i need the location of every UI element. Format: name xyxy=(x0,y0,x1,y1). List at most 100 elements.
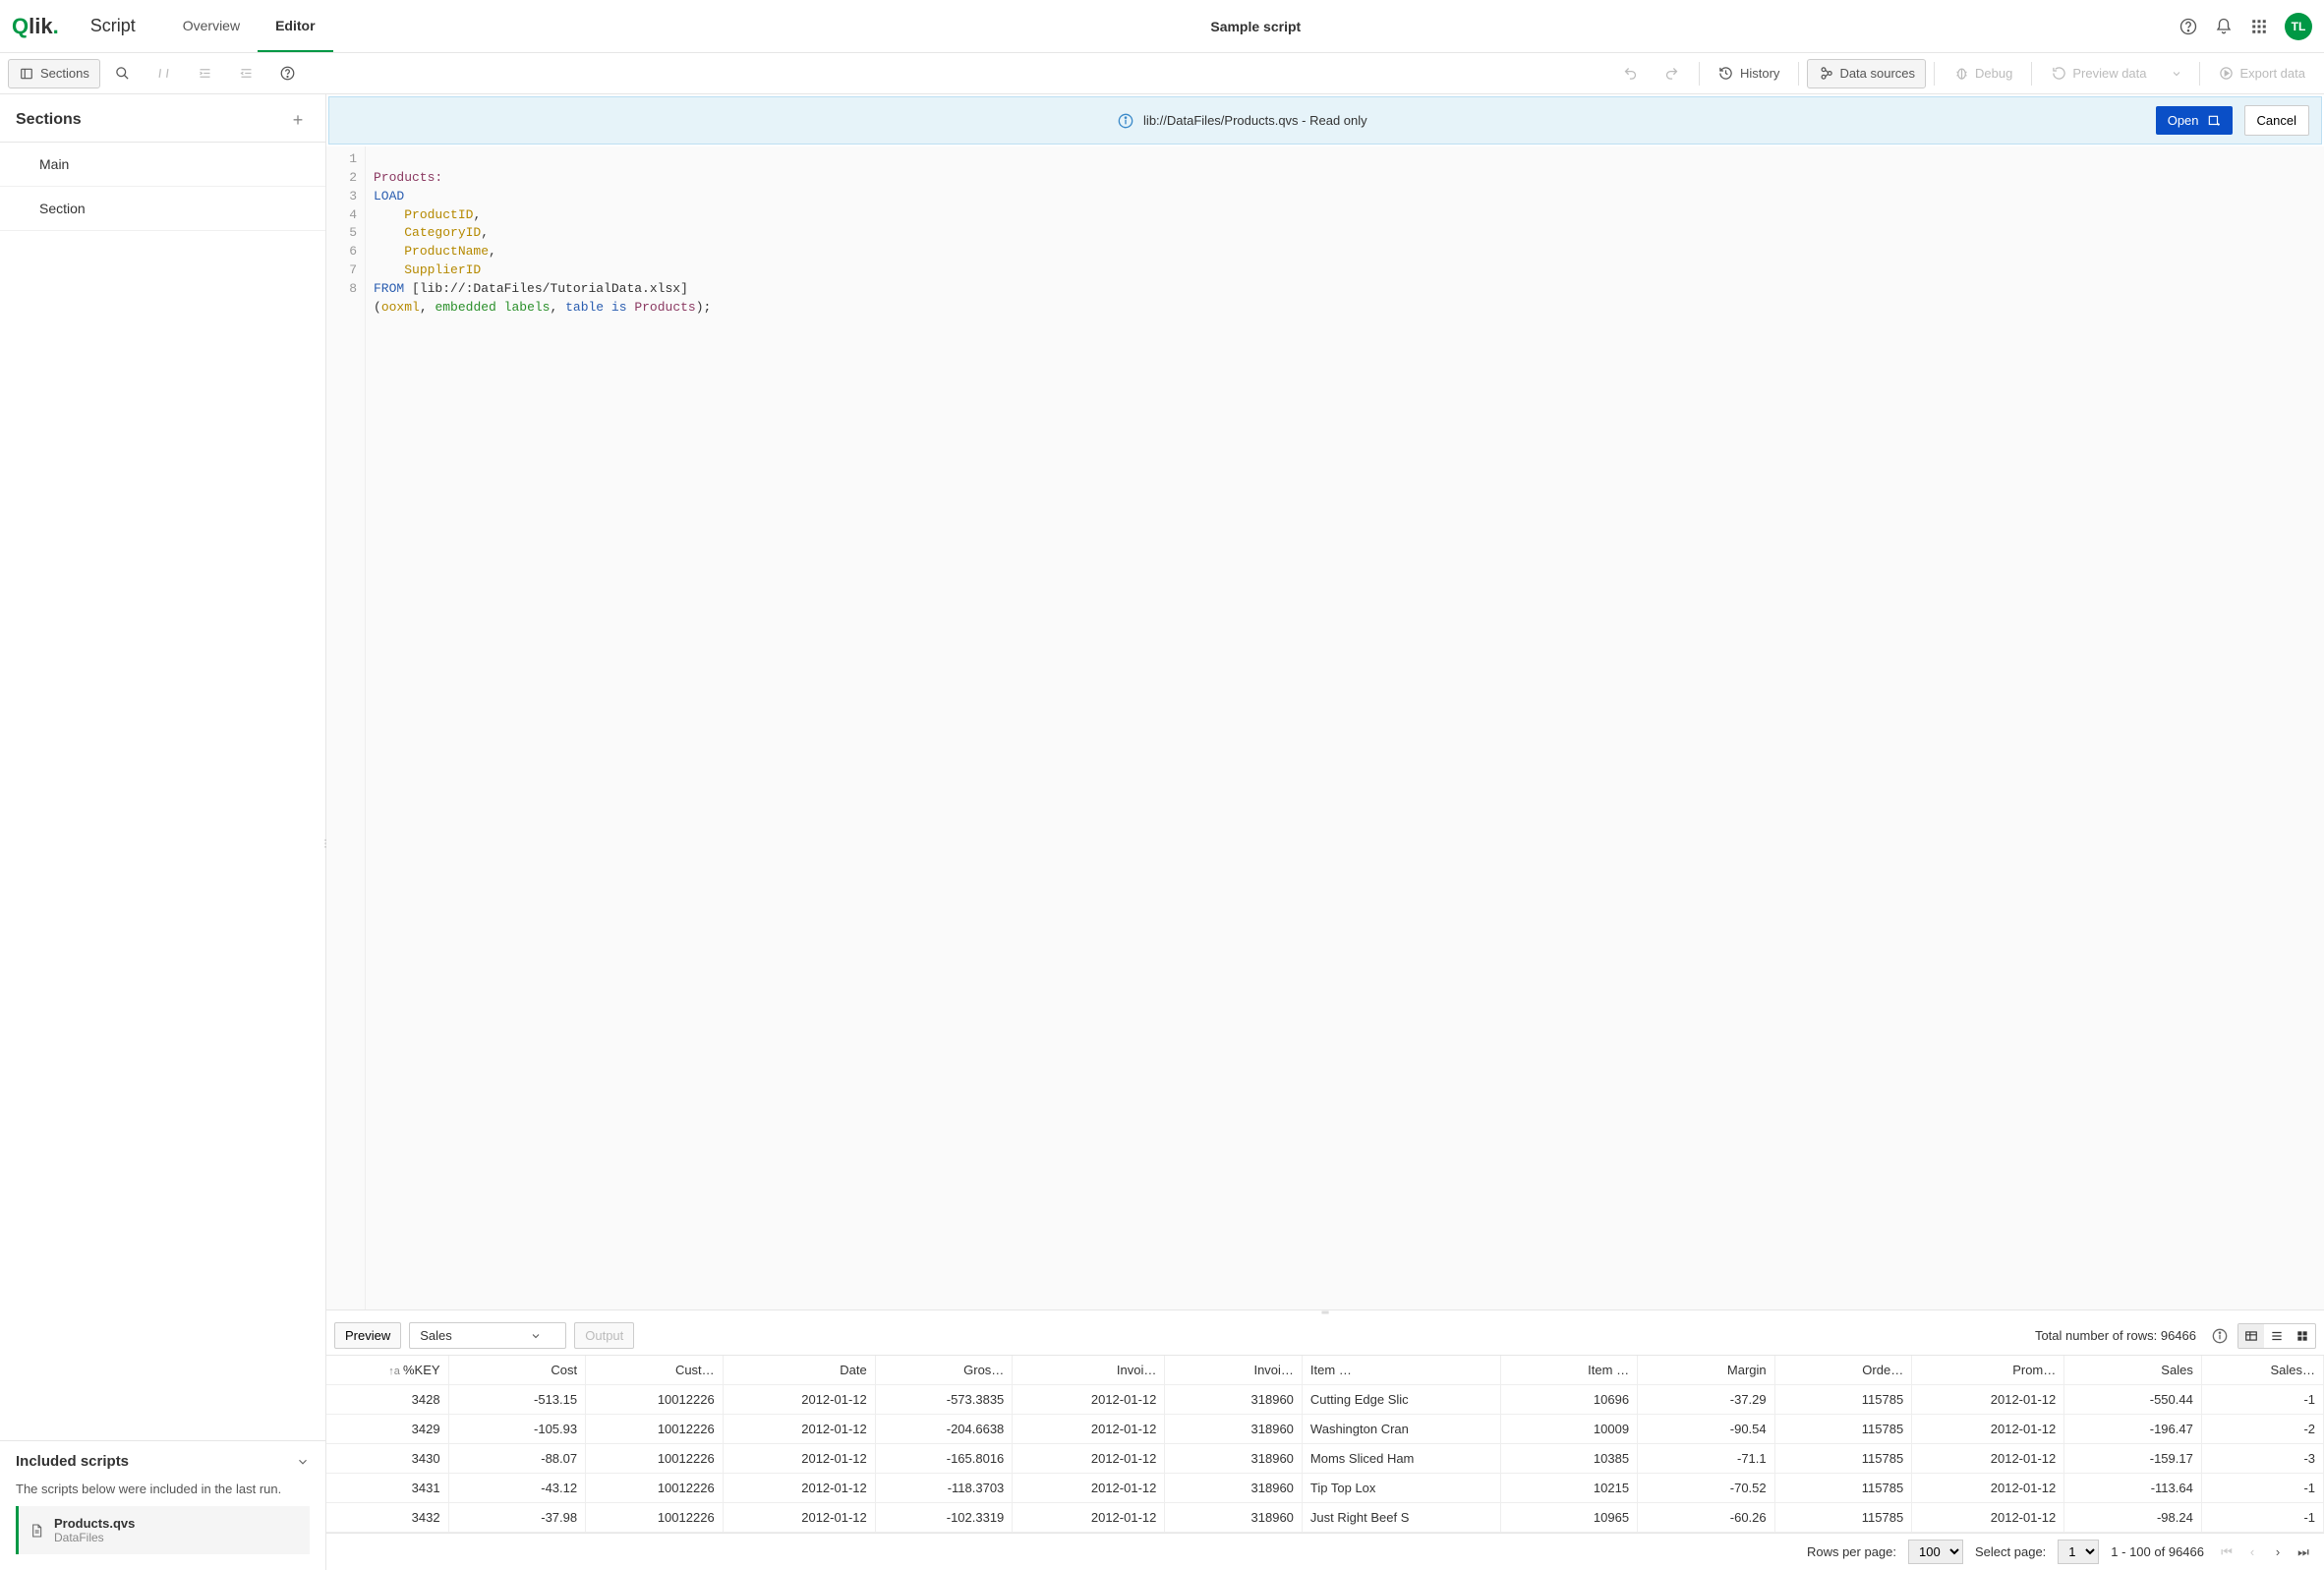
undo-button[interactable] xyxy=(1612,59,1650,88)
rows-per-page-label: Rows per page: xyxy=(1807,1544,1896,1559)
data-sources-button[interactable]: Data sources xyxy=(1807,59,1926,88)
table-cell: -550.44 xyxy=(2064,1385,2202,1415)
table-cell: 115785 xyxy=(1774,1415,1912,1444)
redo-button[interactable] xyxy=(1654,59,1691,88)
bell-icon[interactable] xyxy=(2214,17,2234,36)
table-cell: 318960 xyxy=(1165,1385,1303,1415)
col-date[interactable]: Date xyxy=(723,1356,875,1385)
col-item2[interactable]: Item … xyxy=(1500,1356,1638,1385)
header-tabs: Overview Editor xyxy=(165,1,333,52)
cancel-button[interactable]: Cancel xyxy=(2244,105,2309,136)
toolbar-help-button[interactable] xyxy=(269,59,307,88)
outdent-icon xyxy=(239,66,255,82)
table-cell: -513.15 xyxy=(448,1385,586,1415)
pager-last[interactable]: ⏭ xyxy=(2293,1541,2314,1563)
history-icon xyxy=(1718,66,1734,82)
col-orde[interactable]: Orde… xyxy=(1774,1356,1912,1385)
table-cell: -204.6638 xyxy=(875,1415,1013,1444)
line-gutter: 12345678 xyxy=(326,146,366,1309)
col-item1[interactable]: Item … xyxy=(1302,1356,1500,1385)
table-cell: -165.8016 xyxy=(875,1444,1013,1474)
history-button[interactable]: History xyxy=(1708,59,1790,88)
sections-button[interactable]: Sections xyxy=(8,59,100,88)
pager-first[interactable]: ⏮ xyxy=(2216,1541,2237,1563)
select-page-select[interactable]: 1 xyxy=(2058,1540,2099,1564)
avatar[interactable]: TL xyxy=(2285,13,2312,40)
table-cell: 115785 xyxy=(1774,1385,1912,1415)
table-select[interactable]: Sales xyxy=(409,1322,566,1349)
table-cell: Moms Sliced Ham xyxy=(1302,1444,1500,1474)
rows-per-page-select[interactable]: 100 xyxy=(1908,1540,1963,1564)
top-header: Qlik. Script Overview Editor Sample scri… xyxy=(0,0,2324,53)
section-item-section[interactable]: Section xyxy=(0,187,325,231)
outdent-button[interactable] xyxy=(228,59,265,88)
table-cell: 3429 xyxy=(326,1415,448,1444)
export-data-label: Export data xyxy=(2240,66,2306,81)
table-cell: -88.07 xyxy=(448,1444,586,1474)
export-data-button[interactable]: Export data xyxy=(2208,59,2317,88)
table-row[interactable]: 3431-43.12100122262012-01-12-118.3703201… xyxy=(326,1474,2324,1503)
included-header[interactable]: Included scripts xyxy=(0,1441,325,1482)
preview-data-button[interactable]: Preview data xyxy=(2040,59,2157,88)
table-cell: 10009 xyxy=(1500,1415,1638,1444)
apps-grid-icon[interactable] xyxy=(2249,17,2269,36)
tab-editor[interactable]: Editor xyxy=(258,1,332,52)
included-note: The scripts below were included in the l… xyxy=(0,1482,325,1506)
view-table[interactable] xyxy=(2238,1324,2264,1348)
table-row[interactable]: 3429-105.93100122262012-01-12-204.663820… xyxy=(326,1415,2324,1444)
view-grid[interactable] xyxy=(2290,1324,2315,1348)
debug-button[interactable]: Debug xyxy=(1943,59,2023,88)
open-button[interactable]: Open xyxy=(2156,106,2233,135)
sidebar: Sections + Main Section ⋮ Included scrip… xyxy=(0,94,326,1570)
table-row[interactable]: 3428-513.15100122262012-01-12-573.383520… xyxy=(326,1385,2324,1415)
comment-button[interactable] xyxy=(145,59,183,88)
banner-path: lib://DataFiles/Products.qvs - Read only xyxy=(1143,113,1367,128)
data-table-wrap[interactable]: ↑a %KEY Cost Cust… Date Gros… Invoi… Inv… xyxy=(326,1355,2324,1533)
col-gros[interactable]: Gros… xyxy=(875,1356,1013,1385)
col-cost[interactable]: Cost xyxy=(448,1356,586,1385)
col-margin[interactable]: Margin xyxy=(1638,1356,1775,1385)
table-cell: 2012-01-12 xyxy=(723,1385,875,1415)
included-file-location: DataFiles xyxy=(54,1531,135,1544)
col-invoi2[interactable]: Invoi… xyxy=(1165,1356,1303,1385)
indent-button[interactable] xyxy=(187,59,224,88)
sidebar-resize-handle[interactable]: ⋮ xyxy=(322,833,328,856)
chevron-down-icon xyxy=(2169,66,2184,82)
help-icon[interactable] xyxy=(2179,17,2198,36)
col-prom[interactable]: Prom… xyxy=(1912,1356,2064,1385)
included-script-item[interactable]: Products.qvs DataFiles xyxy=(16,1506,310,1554)
table-row[interactable]: 3430-88.07100122262012-01-12-165.8016201… xyxy=(326,1444,2324,1474)
col-sales2[interactable]: Sales… xyxy=(2201,1356,2323,1385)
code-editor[interactable]: 12345678 Products: LOAD ProductID, Categ… xyxy=(326,146,2324,1309)
pager: Rows per page: 100 Select page: 1 1 - 10… xyxy=(326,1533,2324,1570)
table-cell: 318960 xyxy=(1165,1415,1303,1444)
view-list[interactable] xyxy=(2264,1324,2290,1348)
pager-prev[interactable]: ‹ xyxy=(2241,1541,2263,1563)
table-cell: 2012-01-12 xyxy=(1013,1385,1165,1415)
output-button[interactable]: Output xyxy=(574,1322,634,1349)
col-cust[interactable]: Cust… xyxy=(586,1356,724,1385)
preview-button[interactable]: Preview xyxy=(334,1322,401,1349)
table-cell: 10965 xyxy=(1500,1503,1638,1533)
section-item-main[interactable]: Main xyxy=(0,143,325,187)
tab-overview[interactable]: Overview xyxy=(165,1,258,52)
table-cell: 10385 xyxy=(1500,1444,1638,1474)
logo-text: Qlik. xyxy=(12,14,59,39)
table-cell: 10215 xyxy=(1500,1474,1638,1503)
table-row[interactable]: 3432-37.98100122262012-01-12-102.3319201… xyxy=(326,1503,2324,1533)
col-invoi1[interactable]: Invoi… xyxy=(1013,1356,1165,1385)
table-cell: -70.52 xyxy=(1638,1474,1775,1503)
table-cell: -105.93 xyxy=(448,1415,586,1444)
info-icon[interactable] xyxy=(2210,1326,2230,1346)
help-icon xyxy=(280,66,296,82)
col-sales[interactable]: Sales xyxy=(2064,1356,2202,1385)
preview-data-dropdown[interactable] xyxy=(2162,59,2191,88)
editor-column: lib://DataFiles/Products.qvs - Read only… xyxy=(326,94,2324,1570)
pager-next[interactable]: › xyxy=(2267,1541,2289,1563)
add-section-button[interactable]: + xyxy=(286,108,310,132)
search-button[interactable] xyxy=(104,59,142,88)
undo-icon xyxy=(1623,66,1639,82)
debug-label: Debug xyxy=(1975,66,2012,81)
col-key[interactable]: ↑a %KEY xyxy=(326,1356,448,1385)
table-cell: -102.3319 xyxy=(875,1503,1013,1533)
